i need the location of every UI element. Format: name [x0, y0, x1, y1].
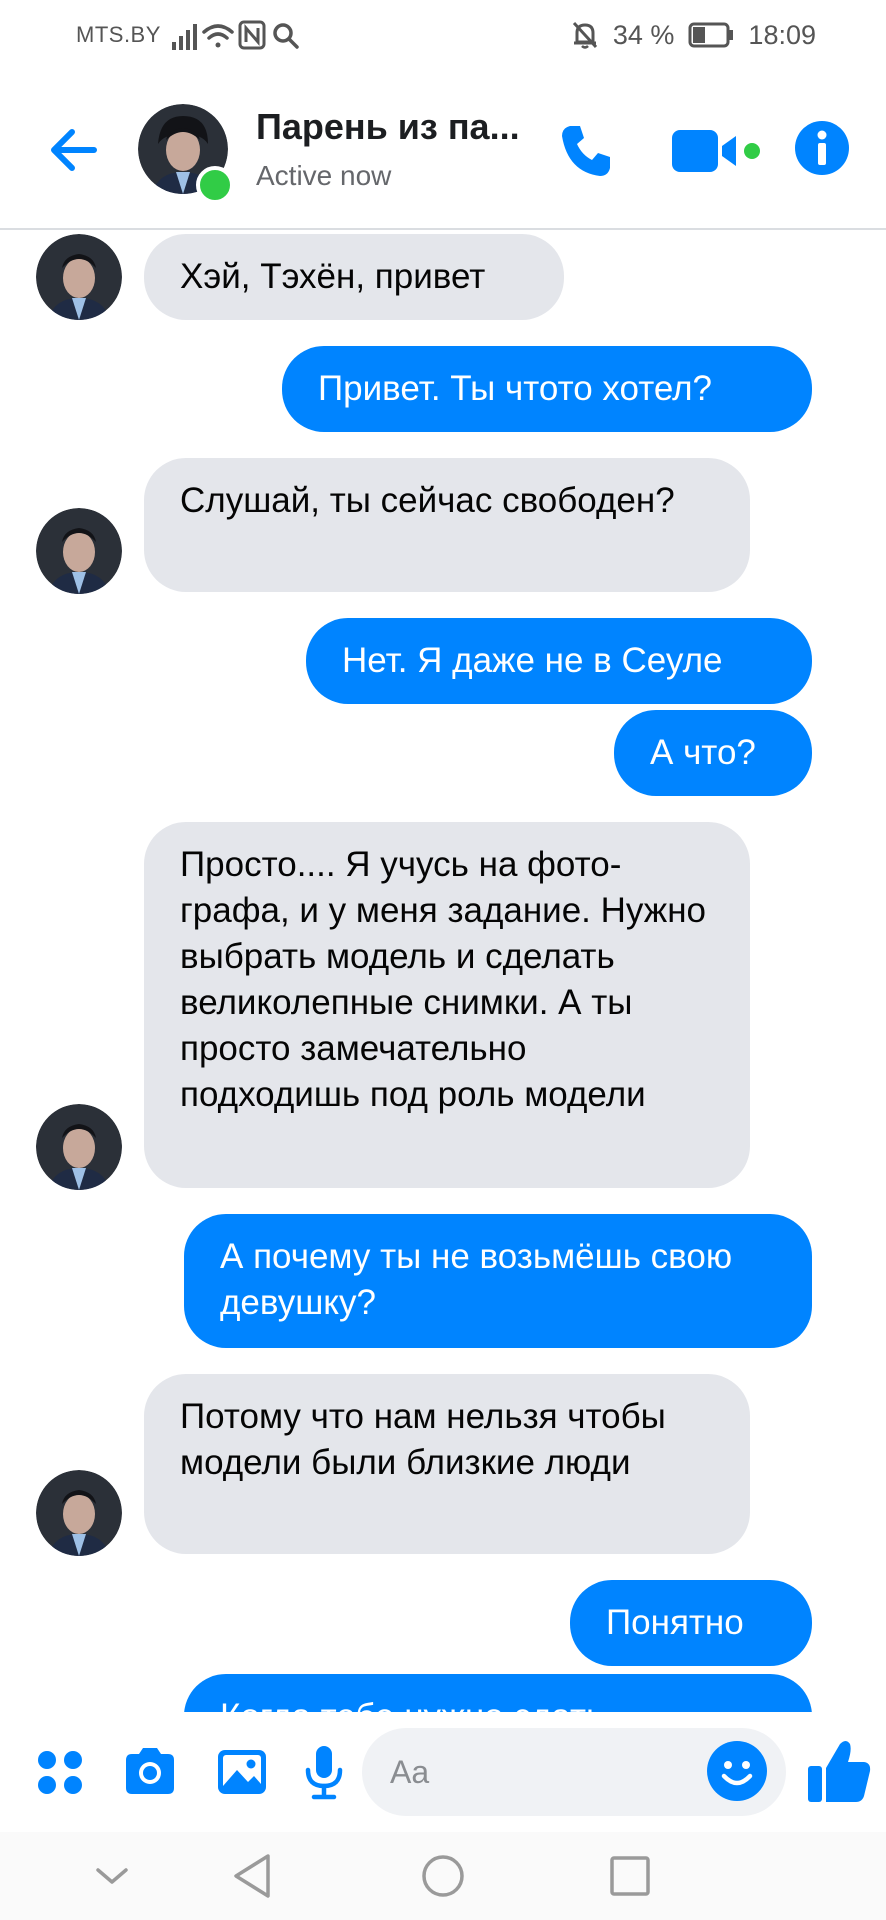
- video-camera-icon[interactable]: [670, 124, 760, 178]
- signal-icon: [172, 24, 197, 50]
- outgoing-message[interactable]: А почему ты не возьмёшь свою девушку?: [184, 1214, 812, 1348]
- phone-icon[interactable]: [556, 120, 616, 180]
- nfc-icon: [238, 20, 266, 50]
- emoji-icon[interactable]: [706, 1740, 768, 1802]
- sender-avatar[interactable]: [36, 1470, 122, 1556]
- messenger-chat-screen: MTS.BY 34 % 18:09 Парень из па... Active…: [0, 0, 886, 1920]
- conversation-header: Парень из па... Active now: [0, 72, 886, 230]
- nav-home-icon[interactable]: [415, 1848, 471, 1904]
- thumbs-up-icon[interactable]: [806, 1736, 872, 1806]
- mute-bell-icon: [572, 21, 597, 49]
- back-arrow-icon[interactable]: [46, 122, 102, 178]
- search-icon: [273, 23, 299, 49]
- info-icon[interactable]: [794, 120, 850, 176]
- nav-back-icon[interactable]: [226, 1848, 282, 1904]
- contact-name[interactable]: Парень из па...: [256, 106, 536, 148]
- incoming-message[interactable]: Хэй, Тэхён, привет: [144, 234, 564, 320]
- incoming-message[interactable]: Слушай, ты сейчас свободен?: [144, 458, 750, 592]
- sender-avatar[interactable]: [36, 508, 122, 594]
- message-list[interactable]: Хэй, Тэхён, привет Привет. Ты чтото хоте…: [0, 230, 886, 1712]
- status-right: 34 % 18:09: [571, 18, 816, 52]
- message-input[interactable]: Aa: [362, 1728, 786, 1816]
- status-bar: MTS.BY 34 % 18:09: [0, 0, 886, 72]
- outgoing-message[interactable]: А что?: [614, 710, 812, 796]
- outgoing-message[interactable]: Понятно: [570, 1580, 812, 1666]
- nav-recents-icon[interactable]: [602, 1848, 658, 1904]
- outgoing-message[interactable]: Нет. Я даже не в Сеуле: [306, 618, 812, 704]
- wifi-icon: [202, 24, 234, 48]
- camera-icon[interactable]: [120, 1742, 180, 1802]
- gallery-icon[interactable]: [212, 1742, 272, 1802]
- contact-status: Active now: [256, 160, 392, 191]
- carrier-label: MTS.BY: [76, 22, 161, 47]
- apps-grid-icon[interactable]: [32, 1742, 92, 1802]
- nav-hide-icon[interactable]: [84, 1848, 140, 1904]
- battery-icon: [688, 22, 734, 48]
- clock: 18:09: [748, 19, 816, 50]
- battery-percent: 34 %: [612, 19, 675, 50]
- composer-bar: Aa: [0, 1712, 886, 1832]
- microphone-icon[interactable]: [294, 1742, 354, 1802]
- sender-avatar[interactable]: [36, 234, 122, 320]
- system-navigation-bar: [0, 1832, 886, 1920]
- outgoing-message[interactable]: Когда тебе нужно сдать: [184, 1674, 812, 1712]
- status-icons: [172, 20, 299, 50]
- online-indicator: [196, 166, 234, 204]
- incoming-message[interactable]: Потому что нам нельзя чтобы модели были …: [144, 1374, 750, 1554]
- sender-avatar[interactable]: [36, 1104, 122, 1190]
- incoming-message[interactable]: Просто.... Я учусь на фото-графа, и у ме…: [144, 822, 750, 1188]
- message-input-placeholder: Aa: [390, 1754, 430, 1790]
- outgoing-message[interactable]: Привет. Ты чтото хотел?: [282, 346, 812, 432]
